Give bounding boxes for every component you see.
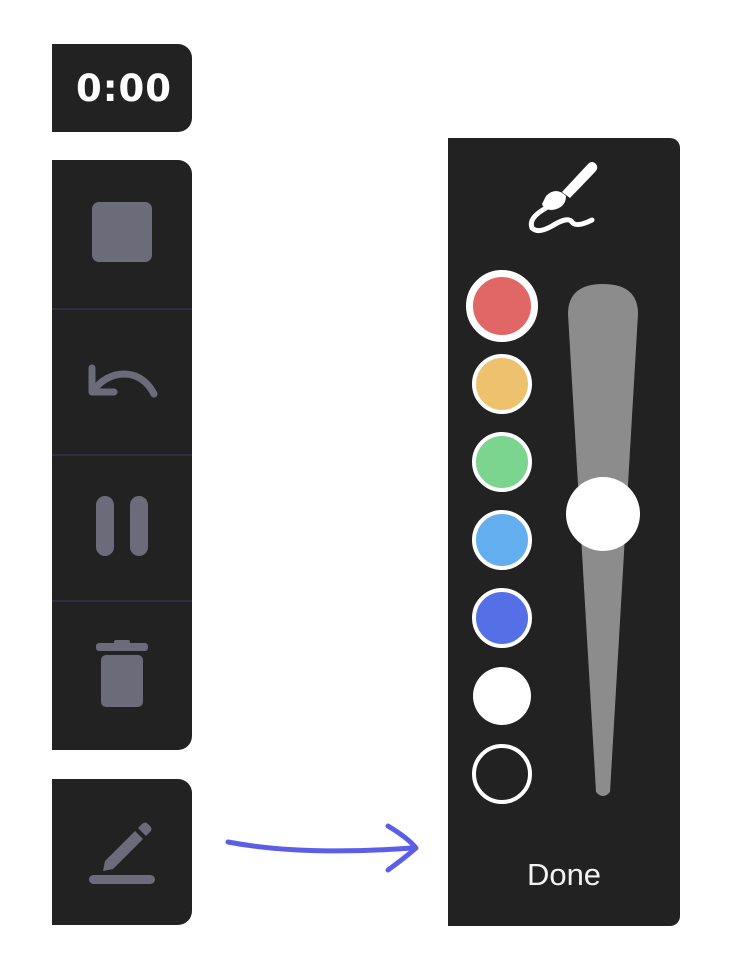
done-button[interactable]: Done bbox=[448, 850, 680, 900]
pause-button[interactable] bbox=[52, 456, 192, 600]
curved-arrow-icon bbox=[222, 820, 422, 885]
undo-button[interactable] bbox=[52, 310, 192, 454]
trash-icon bbox=[96, 639, 148, 713]
stop-button[interactable] bbox=[52, 160, 192, 308]
stop-square-icon bbox=[91, 201, 153, 268]
timer-text: 0:00 bbox=[75, 66, 173, 110]
color-swatch-black[interactable] bbox=[472, 744, 532, 804]
undo-arrow-icon bbox=[84, 358, 160, 407]
brush-size-knob[interactable] bbox=[566, 476, 640, 551]
brush-squiggle-icon bbox=[516, 156, 606, 243]
color-swatch-red[interactable] bbox=[466, 270, 538, 342]
draw-button[interactable] bbox=[52, 779, 192, 925]
pen-draw-icon bbox=[87, 815, 157, 890]
color-swatch-blue[interactable] bbox=[472, 588, 532, 648]
color-swatch-green[interactable] bbox=[472, 432, 532, 492]
delete-button[interactable] bbox=[52, 602, 192, 750]
brush-palette-panel: Done bbox=[448, 138, 680, 926]
recording-controls bbox=[52, 160, 192, 750]
color-swatch-light-blue[interactable] bbox=[472, 510, 532, 570]
color-swatch-white[interactable] bbox=[473, 667, 531, 725]
pause-icon bbox=[95, 495, 149, 562]
recording-timer: 0:00 bbox=[52, 44, 192, 132]
color-swatch-orange[interactable] bbox=[472, 354, 532, 414]
